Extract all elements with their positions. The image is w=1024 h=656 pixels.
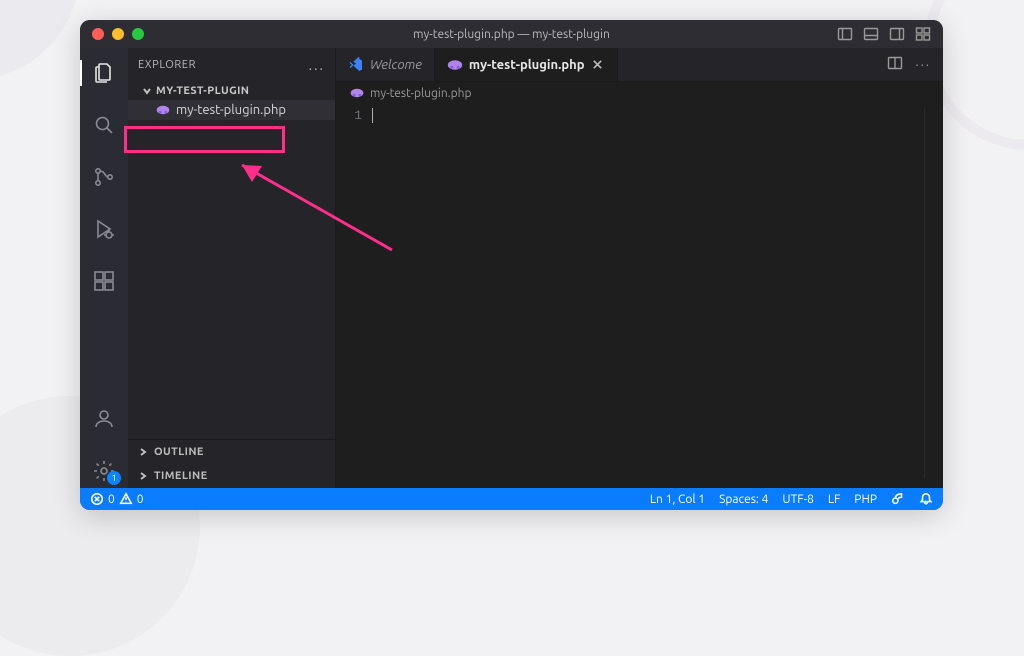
sidebar-outline-section[interactable]: OUTLINE — [128, 440, 335, 464]
php-file-icon — [156, 104, 170, 116]
sidebar-explorer: EXPLORER ... MY-TEST-PLUGIN my-test-plug… — [128, 48, 336, 488]
toggle-panel-icon[interactable] — [863, 26, 879, 42]
status-errors-count: 0 — [108, 493, 115, 506]
window-close-button[interactable] — [92, 28, 104, 40]
activity-search-icon[interactable] — [80, 108, 128, 142]
code-line[interactable] — [372, 108, 943, 125]
php-file-icon — [447, 59, 463, 71]
sidebar-timeline-section[interactable]: TIMELINE — [128, 464, 335, 488]
tab-welcome-label: Welcome — [370, 58, 422, 72]
php-file-icon — [350, 87, 364, 99]
code-editor[interactable]: 1 — [336, 104, 943, 488]
vscode-window: my-test-plugin.php — my-test-plugin — [80, 20, 943, 510]
activity-explorer-icon[interactable] — [80, 56, 128, 90]
window-title: my-test-plugin.php — my-test-plugin — [80, 28, 943, 41]
tab-file-label: my-test-plugin.php — [469, 58, 585, 72]
tab-file[interactable]: my-test-plugin.php — [435, 48, 618, 81]
breadcrumb[interactable]: my-test-plugin.php — [336, 82, 943, 104]
sidebar-folder-name: MY-TEST-PLUGIN — [156, 85, 249, 97]
status-indentation[interactable]: Spaces: 4 — [719, 493, 768, 506]
tab-welcome[interactable]: Welcome — [336, 48, 435, 81]
activity-source-control-icon[interactable] — [80, 160, 128, 194]
activity-accounts-icon[interactable] — [80, 402, 128, 436]
sidebar-more-button[interactable]: ... — [309, 57, 325, 73]
sidebar-title: EXPLORER — [138, 59, 196, 71]
status-eol[interactable]: LF — [828, 493, 840, 506]
annotation-highlight-box — [124, 126, 285, 153]
line-number-gutter: 1 — [336, 104, 372, 488]
status-problems[interactable]: 0 0 — [90, 492, 144, 506]
sidebar-file-item[interactable]: my-test-plugin.php — [128, 100, 335, 120]
sidebar-file-label: my-test-plugin.php — [176, 103, 286, 117]
editor-more-icon[interactable]: ··· — [915, 58, 931, 72]
editor-tabs: Welcome my-test-plugin.php ··· — [336, 48, 943, 82]
activity-run-debug-icon[interactable] — [80, 212, 128, 246]
toggle-primary-sidebar-icon[interactable] — [837, 26, 853, 42]
status-cursor-position[interactable]: Ln 1, Col 1 — [650, 493, 705, 506]
status-encoding[interactable]: UTF-8 — [782, 493, 813, 506]
chevron-right-icon — [138, 471, 148, 481]
toggle-secondary-sidebar-icon[interactable] — [889, 26, 905, 42]
editor-area: Welcome my-test-plugin.php ··· — [336, 48, 943, 488]
chevron-right-icon — [138, 447, 148, 457]
window-minimize-button[interactable] — [112, 28, 124, 40]
activity-manage-icon[interactable]: 1 — [80, 454, 128, 488]
breadcrumb-file: my-test-plugin.php — [370, 87, 472, 100]
customize-layout-icon[interactable] — [915, 26, 931, 42]
status-bar: 0 0 Ln 1, Col 1 Spaces: 4 UTF-8 LF PHP — [80, 488, 943, 510]
titlebar: my-test-plugin.php — my-test-plugin — [80, 20, 943, 48]
window-maximize-button[interactable] — [132, 28, 144, 40]
status-language-mode[interactable]: PHP — [854, 493, 877, 506]
line-number: 1 — [336, 108, 362, 123]
sidebar-timeline-label: TIMELINE — [154, 470, 208, 482]
status-feedback-icon[interactable] — [891, 492, 905, 506]
activity-bar: 1 — [80, 48, 128, 488]
status-notifications-icon[interactable] — [919, 492, 933, 506]
split-editor-icon[interactable] — [887, 55, 903, 74]
tab-close-button[interactable] — [591, 58, 605, 72]
status-warnings-count: 0 — [137, 493, 144, 506]
chevron-down-icon — [142, 86, 152, 96]
sidebar-folder-header[interactable]: MY-TEST-PLUGIN — [128, 82, 335, 100]
activity-extensions-icon[interactable] — [80, 264, 128, 298]
sidebar-outline-label: OUTLINE — [154, 446, 204, 458]
vscode-icon — [348, 57, 364, 73]
manage-badge: 1 — [107, 471, 121, 485]
